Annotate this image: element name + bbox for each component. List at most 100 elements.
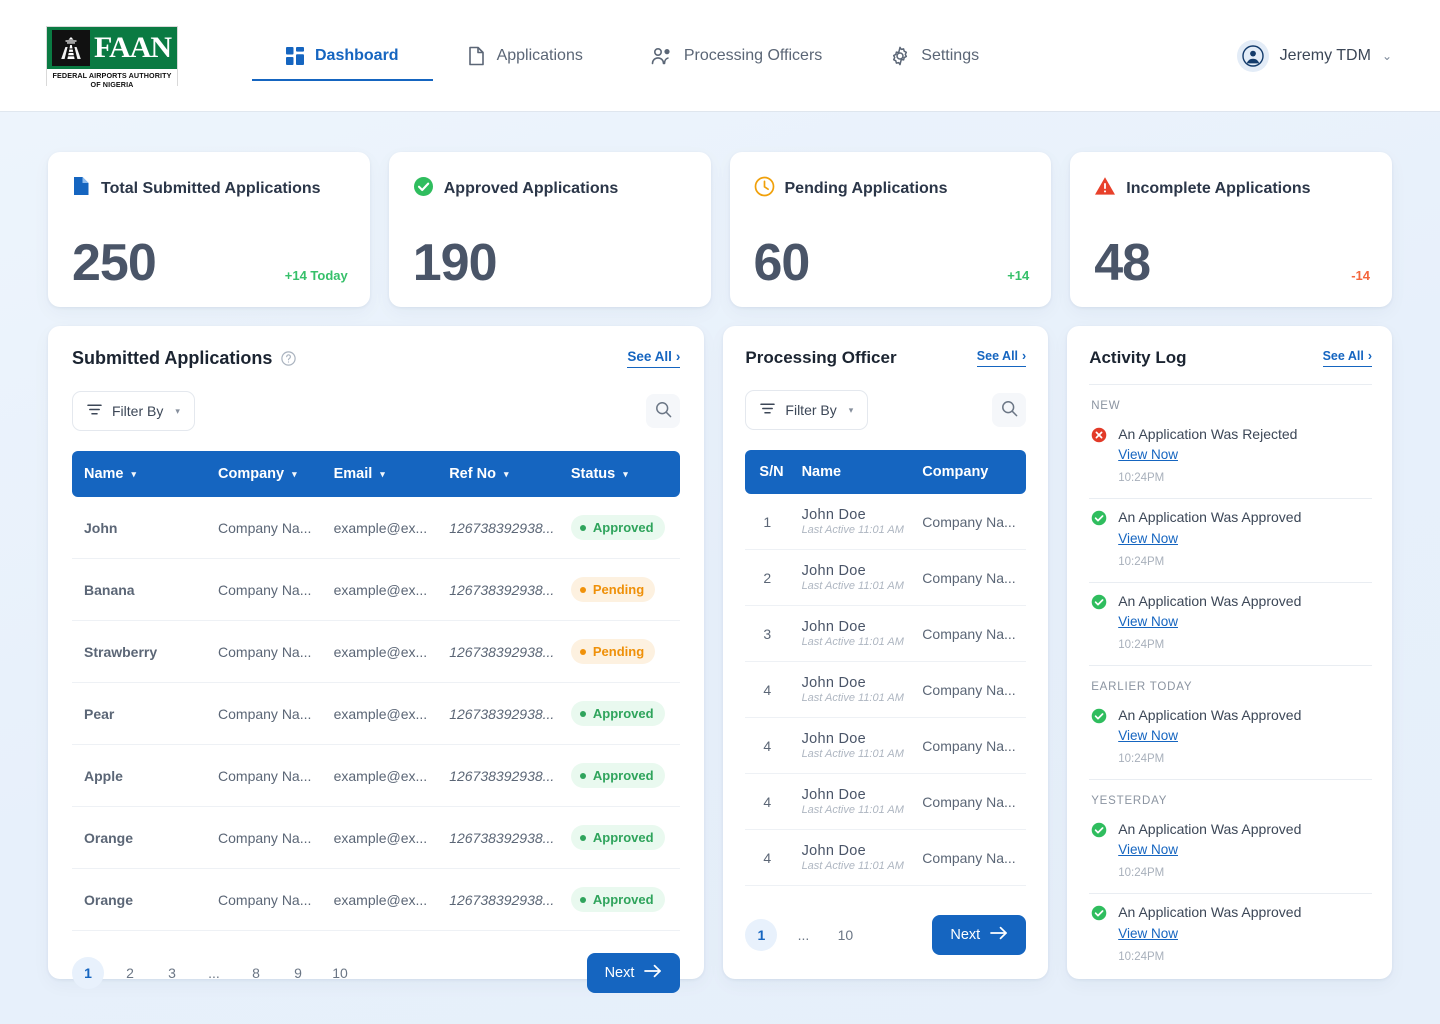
next-page-button-officer[interactable]: Next	[932, 915, 1027, 955]
activity-item[interactable]: An Application Was Rejected View Now 10:24…	[1089, 416, 1372, 498]
table-row[interactable]: Apple Company Na... example@ex... 126738392…	[72, 744, 681, 807]
column-header-email[interactable]: Email ▾	[333, 451, 450, 497]
sort-caret-icon: ▾	[380, 468, 385, 479]
status-label: Pending	[592, 582, 645, 597]
document-blue-icon	[72, 176, 91, 201]
table-row[interactable]: 4 John Doe Last Active 11:01 AM Company Na.…	[745, 829, 1027, 886]
column-header-status[interactable]: Status ▾	[570, 451, 681, 497]
nav-item-dashboard[interactable]: Dashboard	[252, 0, 433, 111]
check-circle-icon	[1091, 594, 1107, 651]
see-all-label: See All	[976, 349, 1019, 363]
table-row[interactable]: Strawberry Company Na... example@ex... 1267…	[72, 620, 681, 683]
activity-log-list[interactable]: NEW An Application Was Rejected View Now 10…	[1089, 385, 1372, 979]
column-header-name[interactable]: Name ▾	[72, 451, 219, 497]
activity-item[interactable]: An Application Was Approved View Now 10:24…	[1089, 811, 1372, 893]
cell-name: Pear	[72, 682, 219, 745]
activity-item[interactable]: An Application Was Approved View Now 10:24…	[1089, 499, 1372, 581]
status-label: Approved	[592, 520, 654, 535]
user-menu[interactable]: Jeremy TDM ⌄	[1236, 39, 1392, 72]
faan-logo[interactable]: FAAN FEDERAL AIRPORTS AUTHORITY OF NIGER…	[46, 25, 178, 91]
filter-by-dropdown-submitted[interactable]: Filter By ▾	[72, 391, 195, 431]
filter-by-dropdown-officer[interactable]: Filter By ▾	[745, 390, 869, 430]
stat-title: Approved Applications	[443, 180, 619, 197]
cell-sn: 1	[745, 494, 802, 550]
pagination-page-1[interactable]: 1	[745, 919, 778, 951]
nav-item-processing-officers[interactable]: Processing Officers	[617, 0, 856, 111]
stat-card-incomplete[interactable]: Incomplete Applications 48 -14	[1070, 152, 1392, 307]
view-now-link[interactable]: View Now	[1118, 531, 1178, 546]
users-icon	[651, 47, 673, 65]
stat-value: 60	[753, 234, 811, 292]
arrow-right-icon	[990, 926, 1008, 944]
table-row[interactable]: 4 John Doe Last Active 11:01 AM Company Na.…	[745, 773, 1027, 830]
pagination-page-10[interactable]: 10	[324, 957, 356, 989]
cell-company: Company Na...	[218, 682, 334, 745]
cell-status: Approved	[570, 806, 681, 869]
table-row[interactable]: Orange Company Na... example@ex... 12673839…	[72, 868, 681, 931]
column-label: Name	[801, 464, 842, 480]
cell-name: John Doe Last Active 11:01 AM	[801, 829, 923, 886]
runway-emblem-icon	[52, 29, 90, 66]
table-row[interactable]: John Company Na... example@ex... 1267383929…	[72, 497, 681, 559]
stat-card-pending[interactable]: Pending Applications 60 +14	[729, 152, 1052, 307]
table-row[interactable]: Banana Company Na... example@ex... 12673839…	[72, 558, 681, 621]
see-all-submitted-applications[interactable]: See All ›	[627, 349, 681, 368]
pagination-page-8[interactable]: 8	[240, 957, 272, 989]
view-now-link[interactable]: View Now	[1118, 842, 1178, 857]
status-dot-icon	[579, 524, 586, 531]
panel-title-activity-log: Activity Log	[1089, 348, 1187, 367]
next-page-button-submitted[interactable]: Next	[586, 953, 681, 993]
cell-ref-no: 126738392938...	[449, 620, 571, 683]
activity-text: An Application Was Approved	[1118, 904, 1302, 921]
chevron-down-icon[interactable]: ⌄	[1382, 49, 1392, 63]
search-button-officer[interactable]	[992, 393, 1027, 427]
table-row[interactable]: 4 John Doe Last Active 11:01 AM Company Na.…	[745, 717, 1027, 774]
pagination-page-3[interactable]: 3	[156, 957, 188, 989]
table-row[interactable]: 3 John Doe Last Active 11:01 AM Company Na.…	[745, 605, 1027, 662]
cell-company: Company Na...	[922, 605, 1027, 662]
nav-item-applications[interactable]: Applications	[433, 0, 617, 111]
nav-label-applications: Applications	[496, 46, 583, 64]
cell-status: Pending	[570, 620, 681, 683]
table-row[interactable]: Pear Company Na... example@ex... 1267383929…	[72, 682, 681, 745]
search-icon	[1001, 400, 1018, 420]
next-label: Next	[950, 927, 981, 943]
pagination-page-2[interactable]: 2	[114, 957, 146, 989]
pagination-page-10[interactable]: 10	[829, 919, 861, 951]
pagination-page-9[interactable]: 9	[282, 957, 314, 989]
activity-text: An Application Was Rejected	[1118, 426, 1298, 442]
table-row[interactable]: Orange Company Na... example@ex... 12673839…	[72, 806, 681, 869]
cell-sn: 4	[745, 661, 802, 718]
view-now-link[interactable]: View Now	[1118, 728, 1178, 743]
activity-item[interactable]: An Application Was Approved View Now 10:24…	[1089, 697, 1372, 779]
activity-item[interactable]: An Application Was Approved View Now 10:24…	[1089, 894, 1372, 976]
pagination-page-1[interactable]: 1	[72, 957, 104, 989]
table-row[interactable]: 2 John Doe Last Active 11:01 AM Company Na.…	[745, 549, 1027, 606]
see-all-processing-officer[interactable]: See All ›	[976, 349, 1027, 367]
view-now-link[interactable]: View Now	[1118, 926, 1178, 941]
activity-time: 10:24PM	[1118, 638, 1165, 651]
table-row[interactable]: 1 John Doe Last Active 11:01 AM Company Na.…	[745, 494, 1027, 550]
table-row[interactable]: 4 John Doe Last Active 11:01 AM Company Na.…	[745, 661, 1027, 718]
search-button-submitted[interactable]	[646, 394, 681, 428]
stat-card-total-submitted[interactable]: Total Submitted Applications 250 +14 Tod…	[48, 152, 370, 307]
gear-icon	[890, 46, 910, 66]
cell-company: Company Na...	[922, 829, 1027, 886]
activity-item[interactable]: An Application Was Approved View Now 10:24…	[1089, 583, 1372, 665]
stat-cards: Total Submitted Applications 250 +14 Tod…	[0, 111, 1440, 307]
view-now-link[interactable]: View Now	[1118, 447, 1178, 462]
question-circle-icon[interactable]	[281, 351, 297, 366]
see-all-label: See All	[627, 349, 672, 364]
stat-card-approved[interactable]: Approved Applications 190	[388, 152, 711, 307]
nav-item-settings[interactable]: Settings	[856, 0, 1013, 111]
officer-name: John Doe	[801, 507, 867, 523]
column-header-ref-no[interactable]: Ref No ▾	[449, 451, 571, 497]
activity-text: An Application Was Approved	[1118, 706, 1302, 723]
chevron-right-icon: ›	[1022, 349, 1027, 363]
see-all-activity-log[interactable]: See All ›	[1322, 349, 1372, 367]
top-navigation-bar: FAAN FEDERAL AIRPORTS AUTHORITY OF NIGER…	[0, 0, 1440, 111]
status-label: Approved	[592, 706, 654, 721]
view-now-link[interactable]: View Now	[1118, 614, 1178, 629]
status-badge: Approved	[570, 825, 665, 850]
column-header-company[interactable]: Company ▾	[218, 451, 334, 497]
